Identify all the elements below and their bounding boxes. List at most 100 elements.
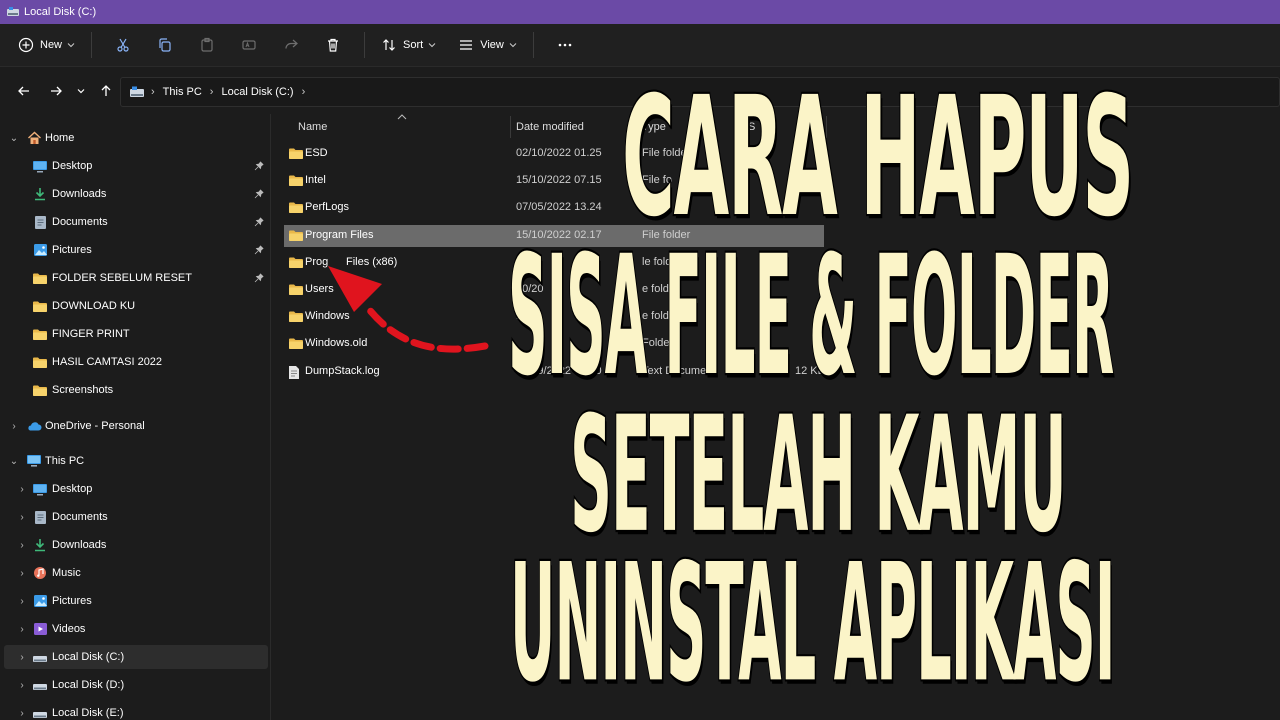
sidebar-item-download-ku[interactable]: DOWNLOAD KU (4, 294, 268, 318)
sidebar-item-label: Pictures (52, 595, 92, 607)
delete-button[interactable] (312, 30, 354, 60)
cut-button[interactable] (102, 30, 144, 60)
more-options-button[interactable] (544, 30, 586, 60)
file-row-perflogs[interactable]: PerfLogs 07/05/2022 13.24 r (284, 197, 824, 219)
sidebar-item-downloads[interactable]: › Downloads (4, 533, 268, 557)
sidebar-item-desktop[interactable]: › Desktop (4, 477, 268, 501)
file-row-program-files[interactable]: Program Files 15/10/2022 02.17 File folder (284, 224, 824, 247)
file-type: File folder (642, 147, 691, 159)
sidebar-item-documents[interactable]: Documents (4, 210, 268, 234)
pin-icon (252, 271, 266, 285)
sidebar-item-finger-print[interactable]: FINGER PRINT (4, 322, 268, 346)
folder-icon (32, 326, 48, 342)
sidebar-item-label: This PC (45, 455, 85, 467)
chevron-down-icon[interactable]: ⌄ (8, 133, 20, 144)
pictures-icon (32, 593, 48, 609)
rename-button[interactable] (228, 30, 270, 60)
paste-icon (201, 37, 213, 52)
file-row-intel[interactable]: Intel 15/10/2022 07.15 File fo (284, 170, 824, 192)
chevron-down-icon[interactable]: ⌄ (8, 456, 20, 467)
paste-button[interactable] (186, 30, 228, 60)
computer-icon (26, 453, 42, 469)
sidebar-item-onedrive[interactable]: › OneDrive - Personal (4, 414, 268, 438)
up-button[interactable] (92, 77, 120, 105)
arrow-up-icon (101, 84, 111, 96)
sidebar-item-local-disk-d[interactable]: › Local Disk (D:) (4, 673, 268, 697)
folder-icon (288, 256, 303, 269)
divider (532, 32, 534, 58)
command-bar: New Sort View (0, 24, 1280, 66)
file-row-dumpstack-log[interactable]: DumpStack.log 09/09/2022 16.00 Text Docume… (284, 361, 825, 383)
chevron-down-icon (428, 43, 436, 48)
chevron-right-icon[interactable]: › (16, 596, 28, 607)
desktop-icon (32, 481, 48, 497)
column-divider[interactable] (510, 116, 511, 138)
column-header-date[interactable]: Date modified (516, 114, 584, 140)
share-button[interactable] (270, 30, 312, 60)
chevron-right-icon[interactable]: › (16, 680, 28, 691)
folder-icon (288, 310, 303, 323)
breadcrumb-local-disk-c[interactable]: Local Disk (C:) (221, 86, 293, 98)
arrow-right-icon (51, 86, 62, 95)
sidebar-item-screenshots[interactable]: Screenshots (4, 378, 268, 402)
chevron-down-icon (67, 43, 75, 48)
file-date: 10/20 (516, 283, 544, 295)
file-date: 02/10/2022 01.25 (516, 147, 602, 159)
recent-locations-button[interactable] (70, 77, 92, 105)
sidebar-item-local-disk-c[interactable]: › Local Disk (C:) (4, 645, 268, 669)
sidebar-item-label: Screenshots (52, 384, 114, 396)
download-icon (32, 537, 48, 553)
copy-button[interactable] (144, 30, 186, 60)
chevron-right-icon[interactable]: › (16, 540, 28, 551)
column-divider[interactable] (826, 116, 827, 138)
plus-circle-icon (18, 37, 34, 53)
view-button[interactable]: View (452, 30, 523, 60)
view-list-icon (460, 40, 473, 50)
back-button[interactable] (10, 77, 38, 105)
breadcrumb-this-pc[interactable]: This PC (163, 86, 202, 98)
file-type: Folder (642, 337, 674, 350)
sidebar-item-videos[interactable]: › Videos (4, 617, 268, 641)
sidebar-item-downloads[interactable]: Downloads (4, 182, 268, 206)
chevron-right-icon[interactable]: › (16, 512, 28, 523)
sidebar-item-hasil-camtasi-2022[interactable]: HASIL CAMTASI 2022 (4, 350, 268, 374)
sidebar-item-pictures[interactable]: Pictures (4, 238, 268, 262)
file-date: 15/10/2022 07.15 (516, 174, 602, 187)
file-type: e folder (642, 310, 679, 323)
file-size: 12 KB (795, 364, 825, 377)
forward-button[interactable] (42, 77, 70, 105)
sidebar-item-label: Documents (52, 216, 108, 228)
column-header-size[interactable]: S (748, 114, 755, 140)
sort-button[interactable]: Sort (375, 30, 442, 60)
address-bar[interactable]: › This PC › Local Disk (C:) › (120, 77, 1280, 107)
column-header-type[interactable]: Type (642, 114, 666, 140)
sidebar-item-pictures[interactable]: › Pictures (4, 589, 268, 613)
chevron-right-icon[interactable]: › (16, 568, 28, 579)
chevron-right-icon[interactable]: › (16, 484, 28, 495)
chevron-right-icon[interactable]: › (16, 652, 28, 663)
share-icon (285, 39, 298, 49)
folder-icon (32, 354, 48, 370)
sidebar-item-local-disk-e[interactable]: › Local Disk (E:) (4, 701, 268, 720)
sidebar-item-desktop[interactable]: Desktop (4, 154, 268, 178)
chevron-right-icon[interactable]: › (8, 421, 20, 432)
sidebar-item-label: Documents (52, 511, 108, 523)
sidebar-item-home[interactable]: ⌄ Home (4, 126, 268, 150)
column-divider[interactable] (636, 116, 637, 138)
arrow-left-icon (18, 86, 29, 95)
sidebar-item-this-pc[interactable]: ⌄ This PC (4, 449, 268, 473)
chevron-right-icon[interactable]: › (16, 708, 28, 719)
breadcrumb-separator: › (151, 86, 155, 98)
sidebar-item-documents[interactable]: › Documents (4, 505, 268, 529)
column-header-name[interactable]: Name (298, 114, 327, 140)
sidebar-item-music[interactable]: › Music (4, 561, 268, 585)
new-button[interactable]: New (12, 30, 81, 60)
chevron-right-icon[interactable]: › (16, 624, 28, 635)
desktop-icon (32, 158, 48, 174)
file-name: DumpStack.log (305, 364, 380, 377)
file-row-esd[interactable]: ESD 02/10/2022 01.25 File folder (284, 143, 824, 165)
document-icon (32, 214, 48, 230)
chevron-down-icon (509, 43, 517, 48)
column-divider[interactable] (740, 116, 741, 138)
sidebar-item-folder-sebelum-reset[interactable]: FOLDER SEBELUM RESET (4, 266, 268, 290)
